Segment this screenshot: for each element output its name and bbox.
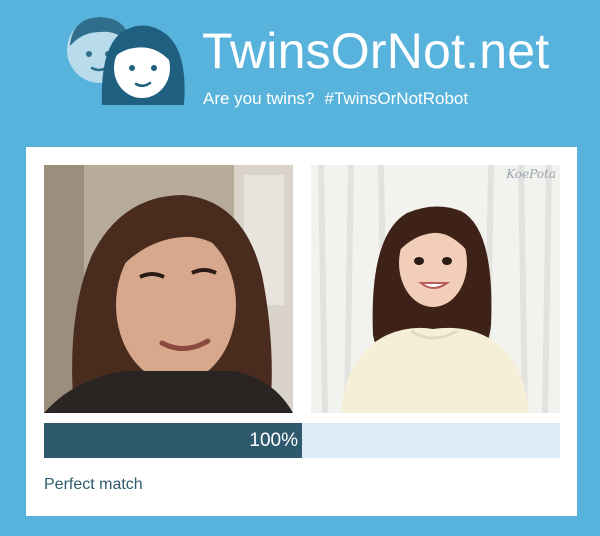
tagline-question: Are you twins? xyxy=(203,89,315,108)
match-result-text: Perfect match xyxy=(44,476,143,493)
match-progress-fill: 100% xyxy=(44,423,302,458)
page: TwinsOrNot.net Are you twins? #TwinsOrNot… xyxy=(0,0,600,536)
match-progress-bar: 100% xyxy=(44,423,560,458)
twin-faces-icon[interactable] xyxy=(62,8,192,108)
hashtag-link[interactable]: #TwinsOrNotRobot xyxy=(325,89,469,108)
site-title[interactable]: TwinsOrNot.net xyxy=(202,22,549,80)
tagline: Are you twins? #TwinsOrNotRobot xyxy=(203,88,468,110)
face-photo-right: KoePota xyxy=(311,165,560,413)
match-percent: 100% xyxy=(249,430,298,451)
comparison-card: KoePota 100% Perfect match xyxy=(26,147,577,516)
site-header: TwinsOrNot.net Are you twins? #TwinsOrNot… xyxy=(0,0,600,140)
face-photo-left xyxy=(44,165,293,413)
koepota-watermark: KoePota xyxy=(506,167,556,181)
